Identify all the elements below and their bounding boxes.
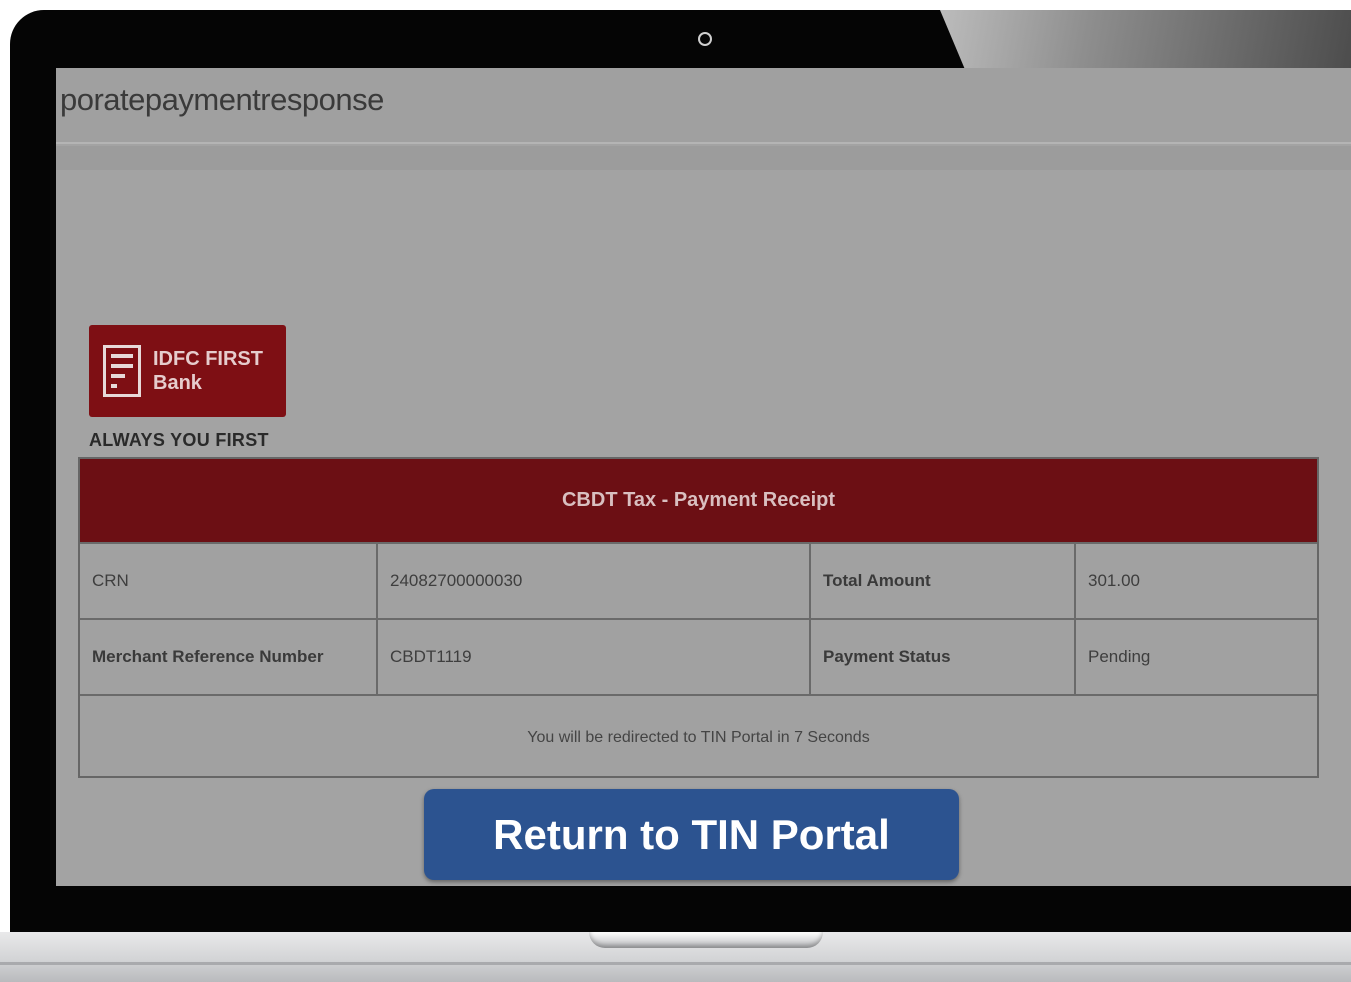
bank-logo-line2: Bank [153,372,202,394]
laptop-hinge-notch [589,932,823,948]
crn-label: CRN [80,544,378,618]
payment-status-value: Pending [1088,647,1151,666]
table-row: Merchant Reference Number CBDT1119 Payme… [80,618,1317,694]
camera-icon [698,32,712,46]
merchant-reference-value: CBDT1119 [378,620,811,694]
merchant-reference-label: Merchant Reference Number [80,620,378,694]
bank-logo-icon [103,345,141,397]
payment-receipt-table: CBDT Tax - Payment Receipt CRN 240827000… [78,457,1319,778]
total-amount-value: 301.00 [1088,571,1140,590]
laptop-base-edge [0,962,1351,965]
bank-logo: IDFC FIRST Bank [89,325,286,417]
bank-tagline: ALWAYS YOU FIRST [89,430,269,450]
return-to-tin-portal-button[interactable]: Return to TIN Portal [424,789,959,880]
bank-logo-text: IDFC FIRST Bank [153,347,263,395]
toolbar-strip [56,146,1351,170]
crn-value: 24082700000030 [378,544,811,618]
receipt-title: CBDT Tax - Payment Receipt [80,459,1317,542]
bank-logo-line1: IDFC FIRST [153,348,263,370]
total-amount-label: Total Amount [811,544,1076,618]
payment-status-label: Payment Status [811,620,1076,694]
laptop-screen: poratepaymentresponse IDFC FIRST Bank AL… [56,68,1351,886]
table-row: CRN 24082700000030 Total Amount 301.00 [80,542,1317,618]
redirect-notice: You will be redirected to TIN Portal in … [80,694,1317,780]
url-text: poratepaymentresponse [60,82,384,117]
browser-address-bar[interactable]: poratepaymentresponse [56,68,1351,144]
